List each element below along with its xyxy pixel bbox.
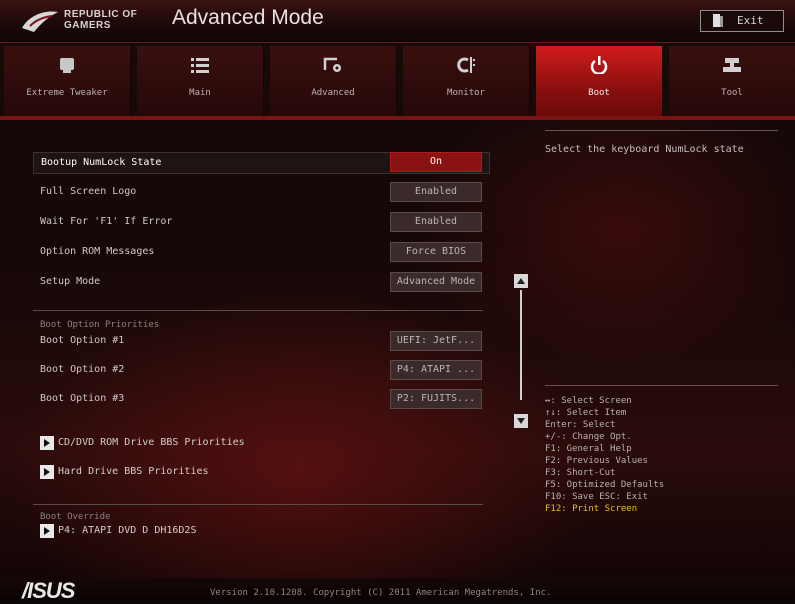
- rog-brand-text: REPUBLIC OF GAMERS: [64, 9, 137, 31]
- chevron-right-icon: [40, 465, 54, 479]
- boot-override-label: P4: ATAPI DVD D DH16D2S: [58, 525, 197, 536]
- tab-underline: [0, 116, 795, 120]
- tab-extreme-tweaker[interactable]: Extreme Tweaker: [4, 46, 131, 116]
- boot-option-row-2[interactable]: Boot Option #2 P4: ATAPI ...: [33, 360, 488, 380]
- tab-label: Main: [189, 88, 211, 98]
- boot-option-3-value[interactable]: P2: FUJITS...: [390, 389, 482, 409]
- tab-boot[interactable]: Boot: [536, 46, 663, 116]
- sublink-label: CD/DVD ROM Drive BBS Priorities: [58, 437, 245, 448]
- help-description: Select the keyboard NumLock state: [545, 144, 744, 155]
- key-hint: ↔: Select Screen: [545, 396, 632, 406]
- exit-button[interactable]: Exit: [700, 10, 784, 32]
- setting-label: Bootup NumLock State: [41, 157, 162, 168]
- tab-bar: Extreme Tweaker Main Advanced Monitor Bo…: [0, 46, 795, 116]
- boot-option-row-3[interactable]: Boot Option #3 P2: FUJITS...: [33, 389, 488, 409]
- sublink-label: Hard Drive BBS Priorities: [58, 466, 209, 477]
- boot-option-2-value[interactable]: P4: ATAPI ...: [390, 360, 482, 380]
- boot-override-heading: Boot Override: [40, 512, 111, 522]
- setting-label: Full Screen Logo: [40, 186, 137, 197]
- tool-icon: [723, 58, 741, 72]
- setting-label: Setup Mode: [40, 276, 101, 287]
- key-hint: F10: Save ESC: Exit: [545, 492, 648, 502]
- tab-label: Extreme Tweaker: [26, 88, 108, 98]
- exit-label: Exit: [737, 14, 764, 27]
- tab-main[interactable]: Main: [137, 46, 264, 116]
- full-screen-logo-value[interactable]: Enabled: [390, 182, 482, 202]
- key-legend: ↔: Select Screen ↑↓: Select Item Enter: …: [545, 395, 664, 515]
- help-divider: [545, 130, 778, 131]
- print-screen-hint: F12: Print Screen: [545, 504, 638, 514]
- key-hint: ↑↓: Select Item: [545, 408, 627, 418]
- section-divider: [33, 310, 483, 311]
- help-divider: [545, 385, 778, 386]
- page-title: Advanced Mode: [172, 6, 324, 29]
- tab-label: Monitor: [447, 88, 485, 98]
- section-divider: [33, 504, 483, 505]
- version-text: Version 2.10.1208. Copyright (C) 2011 Am…: [210, 588, 552, 598]
- key-hint: F3: Short-Cut: [545, 468, 616, 478]
- scroll-down-button[interactable]: [514, 414, 528, 428]
- key-hint: F5: Optimized Defaults: [545, 480, 665, 490]
- chevron-right-icon: [40, 524, 54, 538]
- power-icon: [590, 56, 608, 74]
- wait-f1-value[interactable]: Enabled: [390, 212, 482, 232]
- key-hint: Enter: Select: [545, 420, 616, 430]
- key-hint: +/-: Change Opt.: [545, 432, 632, 442]
- tab-label: Tool: [721, 88, 743, 98]
- settings-panel: Bootup NumLock State On Full Screen Logo…: [33, 138, 490, 538]
- setting-label: Option ROM Messages: [40, 246, 155, 257]
- setting-row-wait-f1[interactable]: Wait For 'F1' If Error Enabled: [33, 212, 488, 232]
- help-panel: Select the keyboard NumLock state ↔: Sel…: [545, 130, 780, 550]
- setting-row-option-rom[interactable]: Option ROM Messages Force BIOS: [33, 242, 488, 262]
- boot-option-row-1[interactable]: Boot Option #1 UEFI: JetF...: [33, 331, 488, 351]
- boot-option-label: Boot Option #2: [40, 364, 125, 375]
- tab-label: Boot: [588, 88, 610, 98]
- cpu-cooler-icon: [60, 58, 74, 73]
- numlock-value[interactable]: On: [390, 152, 482, 172]
- key-hint: F1: General Help: [545, 444, 632, 454]
- brand-line1: REPUBLIC OF: [64, 9, 138, 20]
- setup-mode-value[interactable]: Advanced Mode: [390, 272, 482, 292]
- monitor-gauge-icon: [457, 57, 475, 73]
- brand-line2: GAMERS: [64, 20, 111, 31]
- list-icon: [191, 58, 209, 73]
- setting-row-setup-mode[interactable]: Setup Mode Advanced Mode: [33, 272, 488, 292]
- scrollbar-track[interactable]: [520, 290, 522, 400]
- setting-row-full-screen-logo[interactable]: Full Screen Logo Enabled: [33, 182, 488, 202]
- boot-option-label: Boot Option #1: [40, 335, 125, 346]
- rog-logo: REPUBLIC OF GAMERS: [20, 6, 145, 36]
- rog-eye-icon: [22, 11, 58, 32]
- advanced-settings-icon: [323, 57, 341, 72]
- exit-door-icon: [713, 14, 723, 27]
- setting-label: Wait For 'F1' If Error: [40, 216, 173, 227]
- boot-option-label: Boot Option #3: [40, 393, 125, 404]
- tab-label: Advanced: [311, 88, 355, 98]
- tab-monitor[interactable]: Monitor: [403, 46, 530, 116]
- tab-advanced[interactable]: Advanced: [270, 46, 397, 116]
- header-bar: REPUBLIC OF GAMERS Advanced Mode Exit: [0, 0, 795, 43]
- option-rom-value[interactable]: Force BIOS: [390, 242, 482, 262]
- tab-tool[interactable]: Tool: [669, 46, 795, 116]
- key-hint: F2: Previous Values: [545, 456, 648, 466]
- asus-logo: /ISUS: [22, 578, 75, 603]
- boot-option-1-value[interactable]: UEFI: JetF...: [390, 331, 482, 351]
- scroll-up-button[interactable]: [514, 274, 528, 288]
- chevron-right-icon: [40, 436, 54, 450]
- boot-priorities-heading: Boot Option Priorities: [40, 320, 160, 330]
